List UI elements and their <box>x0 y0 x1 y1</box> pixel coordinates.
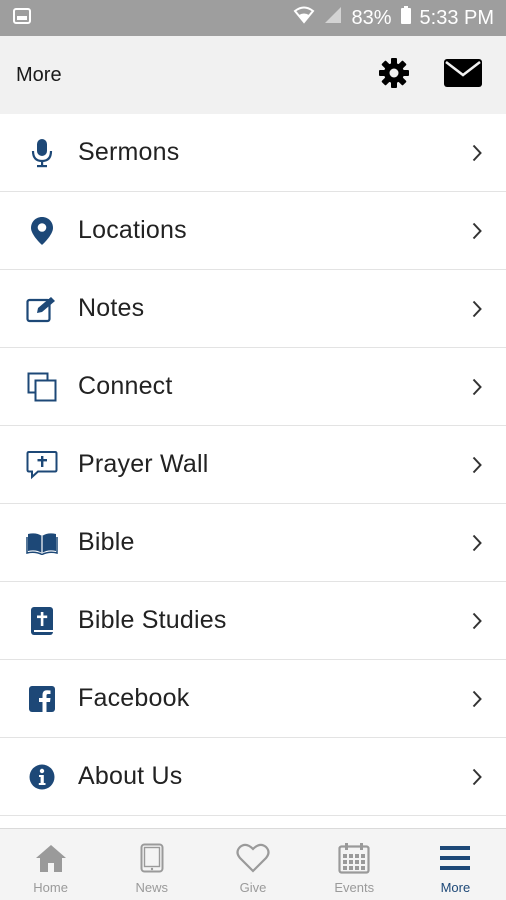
wifi-icon <box>293 5 315 31</box>
menu-item-label: Connect <box>78 372 173 400</box>
nav-label: Give <box>239 880 267 895</box>
nav-label: News <box>135 880 169 895</box>
heart-icon <box>236 840 270 876</box>
menu-item-label: Sermons <box>78 138 180 166</box>
bible-icon <box>26 605 58 637</box>
chevron-right-icon <box>470 689 484 709</box>
bottom-nav: Home News Give Events More <box>0 828 506 900</box>
nav-more[interactable]: More <box>405 829 506 900</box>
nav-news[interactable]: News <box>101 829 202 900</box>
nav-give[interactable]: Give <box>202 829 303 900</box>
menu-item-bible-studies[interactable]: Bible Studies <box>0 582 506 660</box>
prayer-bubble-icon <box>26 449 58 481</box>
menu-item-label: Facebook <box>78 684 190 712</box>
info-icon <box>26 761 58 793</box>
status-bar: 83% 5:33 PM <box>0 0 506 36</box>
menu-item-label: About Us <box>78 762 183 790</box>
menu-item-bible[interactable]: Bible <box>0 504 506 582</box>
menu-item-label: Notes <box>78 294 145 322</box>
copy-icon <box>26 371 58 403</box>
menu-item-label: Bible Studies <box>78 606 227 634</box>
chevron-right-icon <box>470 455 484 475</box>
menu-item-about-us[interactable]: About Us <box>0 738 506 816</box>
menu-item-sermons[interactable]: Sermons <box>0 114 506 192</box>
menu-item-locations[interactable]: Locations <box>0 192 506 270</box>
nav-label: More <box>440 880 471 895</box>
menu-item-connect[interactable]: Connect <box>0 348 506 426</box>
messages-button[interactable] <box>444 58 482 92</box>
map-pin-icon <box>26 215 58 247</box>
chevron-right-icon <box>470 299 484 319</box>
chevron-right-icon <box>470 377 484 397</box>
menu-item-notes[interactable]: Notes <box>0 270 506 348</box>
more-menu-list: Sermons Locations Notes Connect Prayer W… <box>0 114 506 816</box>
gallery-notification-icon <box>12 6 32 31</box>
battery-icon <box>400 5 412 31</box>
edit-icon <box>26 293 58 325</box>
menu-item-label: Locations <box>78 216 187 244</box>
nav-label: Events <box>334 880 375 895</box>
menu-item-label: Prayer Wall <box>78 450 209 478</box>
tablet-icon <box>140 840 164 876</box>
settings-button[interactable] <box>378 57 410 94</box>
nav-label: Home <box>33 880 68 895</box>
microphone-icon <box>26 137 58 169</box>
menu-item-prayer-wall[interactable]: Prayer Wall <box>0 426 506 504</box>
battery-percent: 83% <box>351 6 392 29</box>
app-header: More <box>0 36 506 114</box>
calendar-icon <box>338 840 370 876</box>
clock: 5:33 PM <box>419 6 494 29</box>
envelope-icon <box>444 58 482 92</box>
chevron-right-icon <box>470 611 484 631</box>
chevron-right-icon <box>470 533 484 553</box>
menu-item-facebook[interactable]: Facebook <box>0 660 506 738</box>
open-book-icon <box>26 527 58 559</box>
chevron-right-icon <box>470 221 484 241</box>
menu-icon <box>439 840 471 876</box>
facebook-icon <box>26 683 58 715</box>
home-icon <box>35 840 67 876</box>
menu-item-label: Bible <box>78 528 135 556</box>
chevron-right-icon <box>470 143 484 163</box>
nav-home[interactable]: Home <box>0 829 101 900</box>
gear-icon <box>378 57 410 94</box>
signal-icon <box>323 5 343 31</box>
chevron-right-icon <box>470 767 484 787</box>
nav-events[interactable]: Events <box>304 829 405 900</box>
page-title: More <box>16 63 62 86</box>
